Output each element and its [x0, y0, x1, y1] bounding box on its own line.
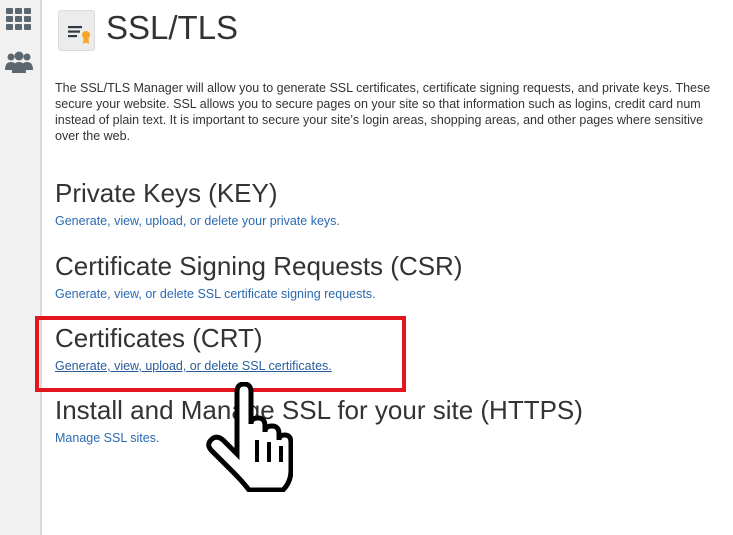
apps-grid-icon[interactable]	[5, 6, 33, 32]
intro-line: The SSL/TLS Manager will allow you to ge…	[55, 81, 711, 95]
main-content: SSL/TLS The SSL/TLS Manager will allow y…	[35, 0, 733, 535]
page-title: SSL/TLS	[106, 9, 239, 46]
certificate-icon	[58, 10, 95, 51]
private-keys-heading: Private Keys (KEY)	[55, 178, 278, 208]
https-section: Install and Manage SSL for your site (HT…	[55, 394, 583, 446]
users-icon[interactable]	[5, 50, 33, 76]
csr-heading: Certificate Signing Requests (CSR)	[55, 251, 463, 281]
sidebar	[0, 0, 42, 535]
https-heading: Install and Manage SSL for your site (HT…	[55, 395, 583, 425]
intro-line: over the web.	[55, 129, 131, 143]
intro-text: The SSL/TLS Manager will allow you to ge…	[55, 80, 733, 144]
certificates-link[interactable]: Generate, view, upload, or delete SSL ce…	[55, 358, 332, 374]
private-keys-section: Private Keys (KEY) Generate, view, uploa…	[55, 177, 340, 229]
csr-link[interactable]: Generate, view, or delete SSL certificat…	[55, 286, 463, 302]
csr-section: Certificate Signing Requests (CSR) Gener…	[55, 250, 463, 302]
manage-ssl-link[interactable]: Manage SSL sites.	[55, 430, 583, 446]
intro-line: secure your website. SSL allows you to s…	[55, 97, 701, 111]
private-keys-link[interactable]: Generate, view, upload, or delete your p…	[55, 213, 340, 229]
certificates-section: Certificates (CRT) Generate, view, uploa…	[55, 322, 332, 374]
intro-line: instead of plain text. It is important t…	[55, 113, 704, 127]
certificates-heading: Certificates (CRT)	[55, 323, 263, 353]
hand-pointer-cursor-icon	[203, 381, 294, 493]
